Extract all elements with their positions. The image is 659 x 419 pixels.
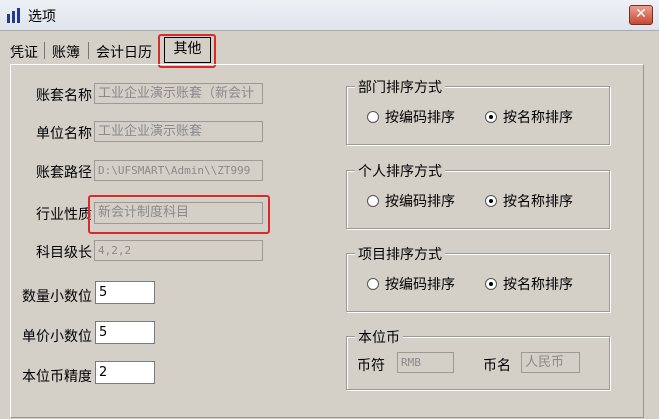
radio-off-icon (367, 195, 379, 207)
currency-code-label: 币符 (357, 358, 385, 374)
currency-precision-input[interactable]: 2 (95, 361, 155, 384)
dept-sort-group: 部门排序方式 按编码排序 按名称排序 (346, 77, 610, 145)
account-name-label: 账套名称 (36, 88, 92, 104)
tab-accounting-calendar[interactable]: 会计日历 (96, 42, 152, 62)
tab-ledger[interactable]: 账簿 (52, 42, 80, 62)
company-name-field: 工业企业演示账套 (94, 121, 263, 142)
price-decimals-input[interactable]: 5 (95, 321, 155, 344)
subject-level-field: 4,2,2 (94, 240, 263, 261)
tab-other[interactable]: 其他 (164, 37, 211, 63)
radio-off-icon (367, 111, 379, 123)
tab-voucher[interactable]: 凭证 (10, 42, 38, 62)
account-path-label: 账套路径 (36, 165, 92, 181)
currency-code-field: RMB (397, 352, 454, 373)
window-title: 选项 (28, 9, 56, 25)
tab-divider (44, 42, 45, 59)
dept-sort-by-code-radio[interactable]: 按编码排序 (367, 107, 455, 127)
item-sort-title: 项目排序方式 (355, 244, 445, 264)
radio-off-icon (367, 278, 379, 290)
radio-on-icon (485, 278, 497, 290)
app-bars-icon (7, 8, 20, 23)
industry-field: 新会计制度科目 (94, 202, 263, 224)
currency-title: 本位币 (355, 327, 403, 347)
tab-divider (88, 42, 89, 59)
price-decimals-label: 单价小数位 (22, 329, 92, 345)
currency-group: 本位币 币符 RMB 币名 人民币 (346, 327, 610, 390)
account-name-field: 工业企业演示账套（新会计 (94, 83, 263, 104)
quantity-decimals-label: 数量小数位 (22, 289, 92, 305)
dept-sort-by-name-radio[interactable]: 按名称排序 (485, 107, 573, 127)
item-sort-group: 项目排序方式 按编码排序 按名称排序 (346, 244, 610, 312)
person-sort-group: 个人排序方式 按编码排序 按名称排序 (346, 161, 610, 229)
account-path-field: D:\UFSMART\Admin\\ZT999 (94, 160, 263, 181)
currency-name-field: 人民币 (521, 352, 580, 373)
title-bar: 选项 ✕ (0, 0, 659, 31)
person-sort-title: 个人排序方式 (355, 161, 445, 181)
quantity-decimals-input[interactable]: 5 (95, 281, 155, 304)
radio-on-icon (485, 195, 497, 207)
currency-precision-label: 本位币精度 (22, 369, 92, 385)
dept-sort-title: 部门排序方式 (355, 77, 445, 97)
item-sort-by-name-radio[interactable]: 按名称排序 (485, 274, 573, 294)
person-sort-by-code-radio[interactable]: 按编码排序 (367, 191, 455, 211)
industry-label: 行业性质 (36, 207, 92, 223)
radio-on-icon (485, 111, 497, 123)
person-sort-by-name-radio[interactable]: 按名称排序 (485, 191, 573, 211)
close-button[interactable]: ✕ (629, 5, 653, 25)
item-sort-by-code-radio[interactable]: 按编码排序 (367, 274, 455, 294)
subject-level-label: 科目级长 (36, 245, 92, 261)
tab-strip: 凭证 账簿 会计日历 (0, 36, 659, 64)
currency-name-label: 币名 (483, 358, 511, 374)
company-name-label: 单位名称 (36, 126, 92, 142)
